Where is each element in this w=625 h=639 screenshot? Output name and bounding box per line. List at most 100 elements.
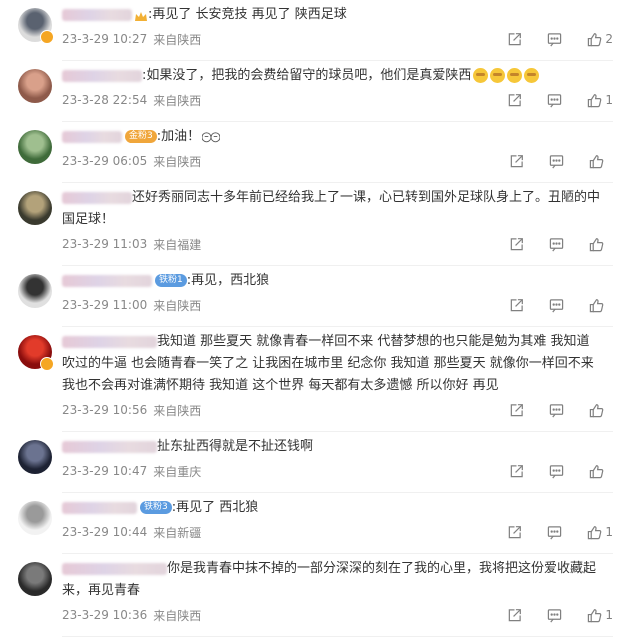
share-icon[interactable]	[506, 524, 522, 540]
comment-content: :再见了 长安竞技 再见了 陕西足球 23-3-29 10:27 来自陕西 2	[62, 0, 613, 61]
username-blurred[interactable]	[62, 69, 142, 82]
username-blurred[interactable]	[62, 8, 132, 21]
crown-icon	[134, 9, 148, 21]
thumb-up-icon[interactable]	[586, 92, 602, 108]
comment-time: 23-3-29 11:00	[62, 298, 148, 312]
username-blurred[interactable]	[62, 335, 157, 348]
comment-text: :如果没了，把我的会费给留守的球员吧，他们是真爱陕西	[142, 68, 472, 83]
comment-actions: 1	[482, 607, 613, 623]
comment-icon[interactable]	[548, 153, 564, 169]
comment-actions	[484, 402, 613, 418]
thumb-up-icon[interactable]	[588, 463, 604, 479]
username-blurred[interactable]	[62, 440, 157, 453]
avatar[interactable]	[18, 274, 52, 308]
comment-item: 铁粉3:再见了 西北狼 23-3-29 10:44 来自新疆 1	[0, 493, 625, 554]
share-icon[interactable]	[508, 402, 524, 418]
like-button[interactable]: 2	[586, 31, 613, 47]
share-icon[interactable]	[508, 463, 524, 479]
comment-icon[interactable]	[546, 92, 562, 108]
thumb-up-icon[interactable]	[586, 31, 602, 47]
comment-content: :如果没了，把我的会费给留守的球员吧，他们是真爱陕西 23-3-28 22:54 来…	[62, 61, 613, 122]
comment-actions	[484, 153, 613, 169]
share-icon[interactable]	[508, 236, 524, 252]
username-blurred[interactable]	[62, 274, 152, 287]
like-count: 1	[605, 93, 613, 107]
thumb-up-icon[interactable]	[588, 236, 604, 252]
avatar[interactable]	[18, 335, 54, 371]
username-blurred[interactable]	[62, 562, 167, 575]
like-count: 2	[605, 32, 613, 46]
comment-location: 来自陕西	[153, 608, 202, 623]
comment-meta: 23-3-29 10:27 来自陕西 2	[62, 30, 613, 48]
comment-text: 扯东扯西得就是不扯还钱啊	[157, 439, 314, 454]
comment-location: 来自陕西	[153, 93, 202, 108]
comment-text-block: :如果没了，把我的会费给留守的球员吧，他们是真爱陕西	[62, 65, 603, 87]
comment-meta: 23-3-29 10:36 来自陕西 1	[62, 606, 613, 624]
like-button[interactable]	[588, 153, 613, 169]
username-blurred[interactable]	[62, 130, 122, 143]
avatar[interactable]	[18, 8, 54, 44]
comment-actions	[484, 297, 613, 313]
comment-meta: 23-3-29 11:00 来自陕西	[62, 296, 613, 314]
like-button[interactable]: 1	[586, 92, 613, 108]
share-icon[interactable]	[506, 31, 522, 47]
avatar[interactable]	[18, 440, 52, 474]
comment-icon[interactable]	[548, 236, 564, 252]
like-button[interactable]	[588, 463, 613, 479]
comment-text-block: 铁粉1:再见，西北狼	[62, 270, 603, 292]
comment-icon[interactable]	[546, 524, 562, 540]
comment-content: 铁粉3:再见了 西北狼 23-3-29 10:44 来自新疆 1	[62, 493, 613, 554]
comment-text-block: 金粉3:加油！	[62, 126, 603, 148]
like-button[interactable]: 1	[586, 607, 613, 623]
like-count: 1	[605, 608, 613, 622]
comment-content: 你是我青春中抹不掉的一部分深深的刻在了我的心里，我将把这份爱收藏起来，再见青春 2…	[62, 554, 613, 637]
avatar[interactable]	[18, 191, 52, 225]
share-icon[interactable]	[508, 297, 524, 313]
comment-meta: 23-3-29 06:05 来自陕西	[62, 152, 613, 170]
thumb-up-icon[interactable]	[586, 607, 602, 623]
crying-emoji-icon	[524, 68, 540, 83]
thumb-up-icon[interactable]	[588, 297, 604, 313]
comment-text: 还好秀丽同志十多年前已经给我上了一课，心已转到国外足球队身上了。丑陋的中国足球！	[62, 190, 601, 227]
like-button[interactable]: 1	[586, 524, 613, 540]
like-button[interactable]	[588, 297, 613, 313]
like-button[interactable]	[588, 236, 613, 252]
share-icon[interactable]	[508, 153, 524, 169]
avatar[interactable]	[18, 130, 52, 164]
comment-text-block: 铁粉3:再见了 西北狼	[62, 497, 603, 519]
comment-item: 扯东扯西得就是不扯还钱啊 23-3-29 10:47 来自重庆	[0, 432, 625, 493]
comment-text: :再见了 西北狼	[171, 500, 259, 515]
avatar[interactable]	[18, 562, 52, 596]
crying-emoji-icon	[507, 68, 523, 83]
comment-item: 金粉3:加油！ 23-3-29 06:05 来自陕西	[0, 122, 625, 183]
comment-text: :加油！	[156, 129, 201, 144]
username-blurred[interactable]	[62, 501, 137, 514]
comment-icon[interactable]	[548, 463, 564, 479]
fan-badge: 铁粉1	[155, 274, 187, 287]
share-icon[interactable]	[506, 607, 522, 623]
comment-text-block: 你是我青春中抹不掉的一部分深深的刻在了我的心里，我将把这份爱收藏起来，再见青春	[62, 558, 603, 602]
comment-text-block: 扯东扯西得就是不扯还钱啊	[62, 436, 603, 458]
avatar[interactable]	[18, 69, 52, 103]
comment-text-block: 还好秀丽同志十多年前已经给我上了一课，心已转到国外足球队身上了。丑陋的中国足球！	[62, 187, 603, 231]
comment-text-block: 我知道 那些夏天 就像青春一样回不来 代替梦想的也只能是勉为其难 我知道 吹过的…	[62, 331, 603, 397]
comment-icon[interactable]	[546, 31, 562, 47]
comment-item: :再见了 长安竞技 再见了 陕西足球 23-3-29 10:27 来自陕西 2	[0, 0, 625, 61]
comment-icon[interactable]	[548, 402, 564, 418]
comment-item: 还好秀丽同志十多年前已经给我上了一课，心已转到国外足球队身上了。丑陋的中国足球！…	[0, 183, 625, 266]
comment-item: 我知道 那些夏天 就像青春一样回不来 代替梦想的也只能是勉为其难 我知道 吹过的…	[0, 327, 625, 432]
comment-icon[interactable]	[546, 607, 562, 623]
comment-time: 23-3-29 06:05	[62, 154, 148, 168]
comment-location: 来自陕西	[153, 298, 202, 313]
comment-icon[interactable]	[548, 297, 564, 313]
comment-meta: 23-3-29 10:47 来自重庆	[62, 462, 613, 480]
thumb-up-icon[interactable]	[586, 524, 602, 540]
avatar[interactable]	[18, 501, 52, 535]
comment-text: :再见，西北狼	[186, 273, 270, 288]
verified-badge-icon	[40, 30, 54, 44]
share-icon[interactable]	[506, 92, 522, 108]
thumb-up-icon[interactable]	[588, 402, 604, 418]
thumb-up-icon[interactable]	[588, 153, 604, 169]
like-button[interactable]	[588, 402, 613, 418]
username-blurred[interactable]	[62, 191, 132, 204]
